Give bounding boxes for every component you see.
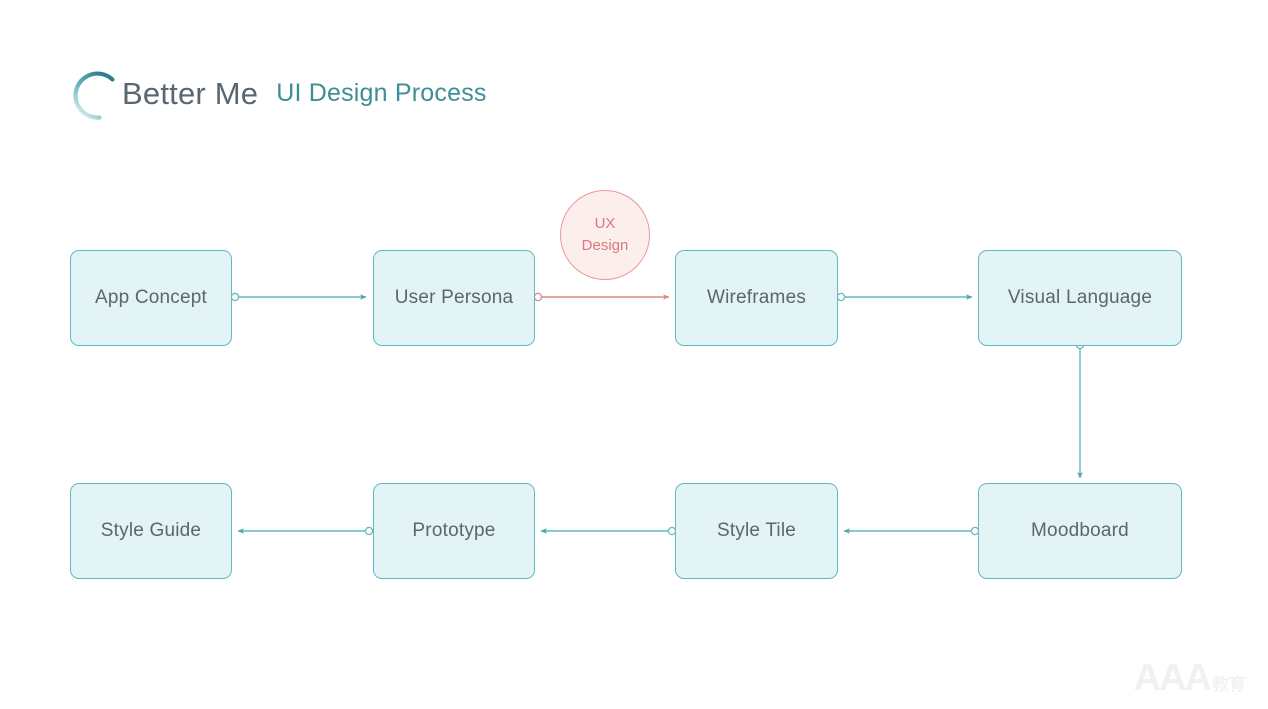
- node-label: Wireframes: [706, 287, 807, 308]
- node-label: Style Guide: [100, 520, 202, 541]
- ux-design-label-line2: Design: [581, 237, 629, 254]
- node-label: Visual Language: [1007, 287, 1153, 308]
- slide-canvas: Better Me UI Design Process App Concept …: [0, 0, 1268, 709]
- node-moodboard[interactable]: Moodboard: [978, 483, 1182, 579]
- edge-visual-language-to-moodboard: [1075, 340, 1085, 479]
- node-style-tile[interactable]: Style Tile: [675, 483, 838, 579]
- node-style-guide[interactable]: Style Guide: [70, 483, 232, 579]
- node-prototype[interactable]: Prototype: [373, 483, 535, 579]
- node-label: Style Tile: [716, 520, 797, 541]
- edge-wireframes-to-visual-language: [836, 292, 973, 302]
- node-app-concept[interactable]: App Concept: [70, 250, 232, 346]
- connector-layer: [230, 292, 1085, 536]
- node-visual-language[interactable]: Visual Language: [978, 250, 1182, 346]
- edge-app-concept-to-user-persona: [230, 292, 367, 302]
- edge-style-tile-to-prototype: [540, 526, 677, 536]
- watermark-latin-text: AAA: [1133, 657, 1212, 699]
- ux-design-label-line1: UX: [594, 215, 616, 233]
- edge-prototype-to-style-guide: [237, 526, 374, 536]
- node-label: Prototype: [412, 520, 496, 541]
- node-wireframes[interactable]: Wireframes: [675, 250, 838, 346]
- edge-moodboard-to-style-tile: [843, 526, 980, 536]
- watermark-cjk-text: 教育: [1212, 675, 1246, 694]
- node-ux-design-badge[interactable]: UX Design: [560, 190, 650, 280]
- edge-user-persona-to-wireframes: [533, 292, 670, 302]
- node-label: App Concept: [94, 287, 208, 308]
- node-label: User Persona: [394, 287, 514, 308]
- node-user-persona[interactable]: User Persona: [373, 250, 535, 346]
- process-flow-diagram: App Concept User Persona Wireframes Visu…: [0, 0, 1268, 709]
- node-label: Moodboard: [1031, 520, 1129, 541]
- watermark: AAA 教育: [1134, 659, 1246, 697]
